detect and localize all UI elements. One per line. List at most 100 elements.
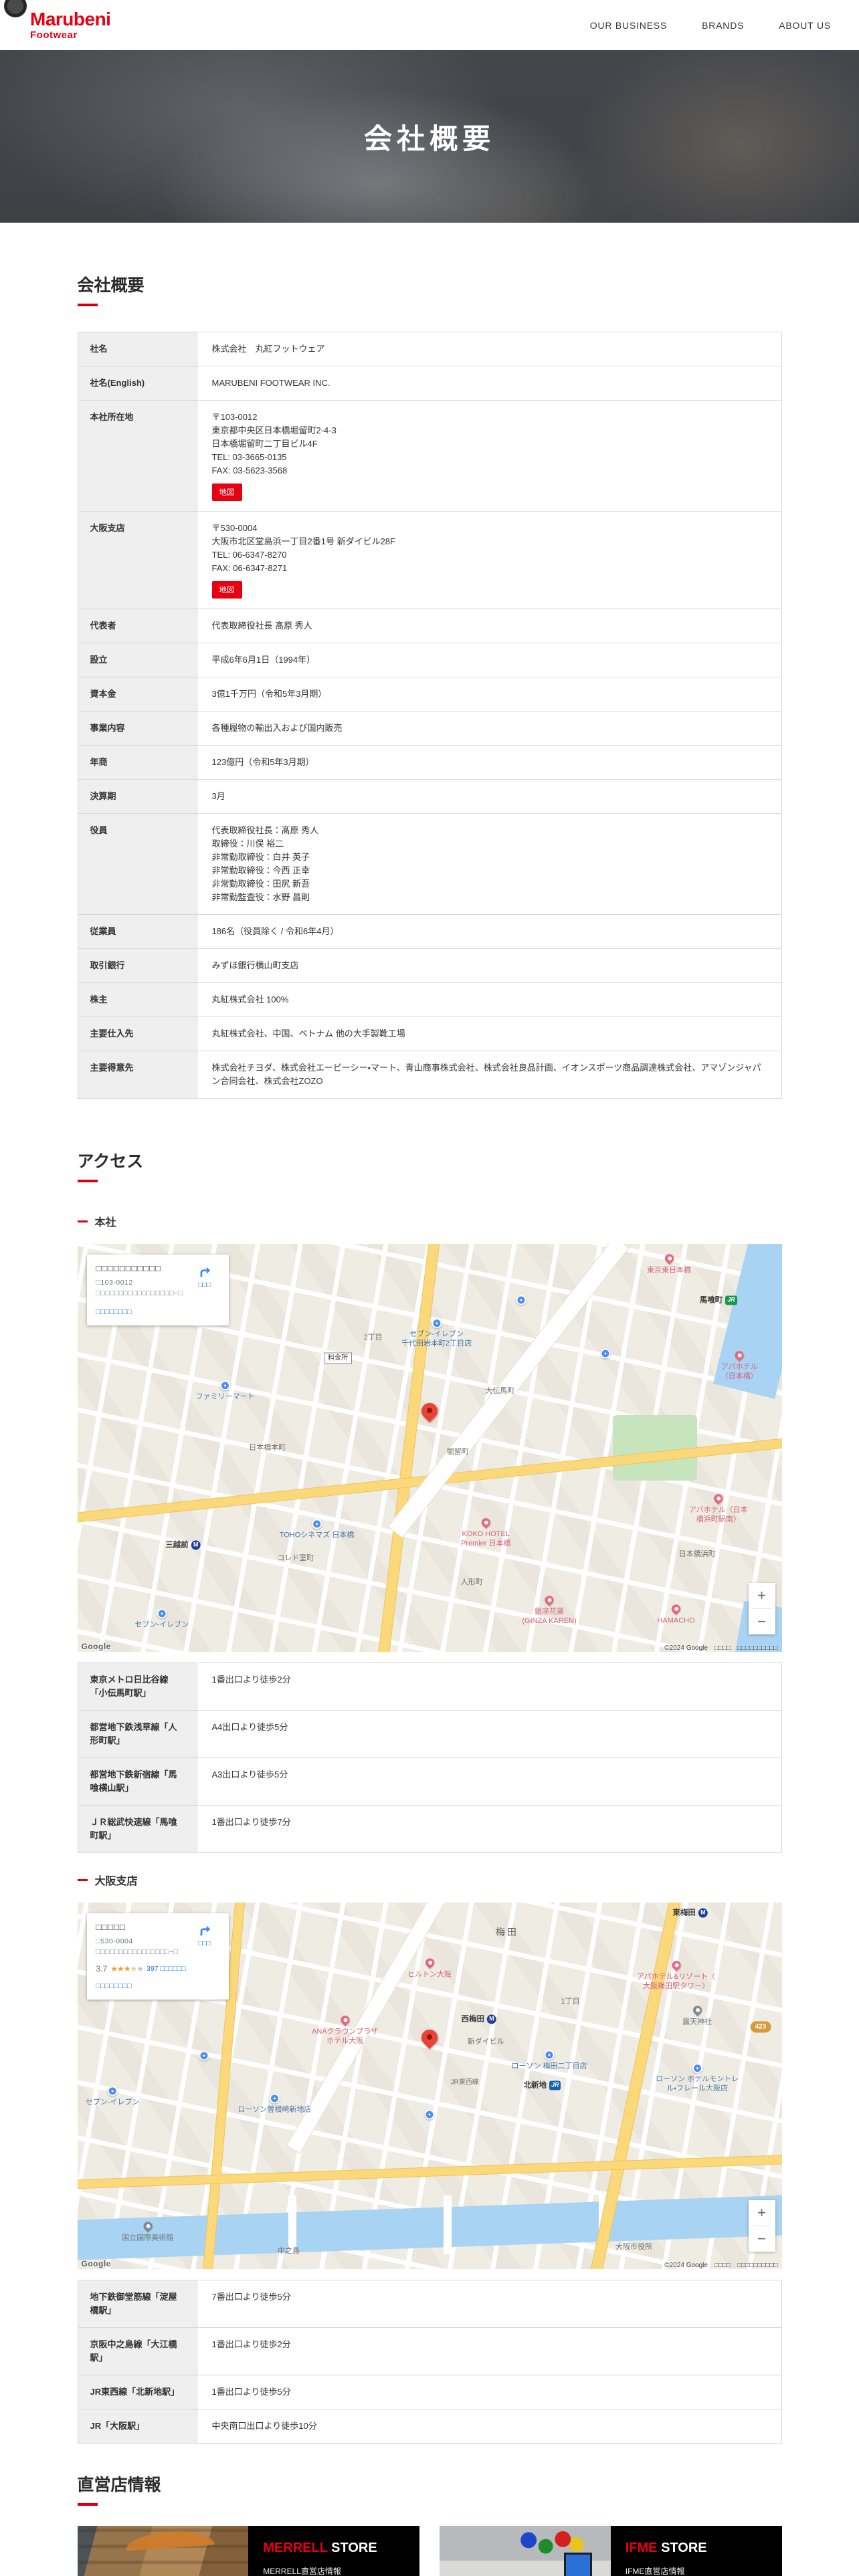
expand-map-link[interactable]: □□□□□□□□ <box>96 1982 132 1990</box>
google-map-osaka[interactable]: 梅田東梅田Mファミリーマートヒルトン大阪アパホテル&リゾート〈 大阪梅田駅タワー… <box>77 1903 782 2269</box>
map-label-poi-pin[interactable] <box>199 2050 209 2062</box>
directions-icon <box>200 1267 210 1277</box>
table-row: 年商 123億円（令和5年3月期） <box>78 746 781 780</box>
google-logo: Google <box>81 1642 111 1651</box>
map-label-poi[interactable]: TOHOシネマズ 日本橋 <box>280 1519 354 1539</box>
station-walk-cell: 7番出口より徒歩5分 <box>197 2280 781 2327</box>
map-zoom-control: + − <box>748 2200 775 2252</box>
map-label-hotel[interactable]: アパホテル&リゾート〈 大阪梅田駅タワー〉 <box>636 1959 716 1992</box>
map-label-text: アパホテル&リゾート〈 大阪梅田駅タワー〉 <box>636 1972 716 1991</box>
map-label-station[interactable]: 馬喰町 JR <box>700 1295 737 1306</box>
map-label-hotel[interactable]: ヒルトン大阪 <box>407 1956 452 1979</box>
table-row: 決算期 3月 <box>78 780 781 814</box>
convenience-store-icon <box>432 1318 442 1329</box>
store-title-suffix: STORE <box>327 2541 377 2555</box>
map-label-poi[interactable]: ローソン ホテルモントレ ル・フレール大阪店 <box>656 2063 739 2094</box>
map-label-text: セブン-イレブン <box>134 1620 189 1629</box>
station-row: JR東西線「北新地駅」 1番出口より徒歩5分 <box>78 2375 781 2409</box>
station-walk-cell: A4出口より徒歩5分 <box>197 1711 781 1757</box>
map-label-hotel[interactable]: アパホテル〈日本 橋浜町駅南〉 <box>689 1492 748 1525</box>
map-label-hotel[interactable]: KOKO HOTEL Premier 日本橋 <box>461 1516 511 1549</box>
directions-button[interactable]: □□□ <box>190 1263 219 1317</box>
station-walk-cell: 1番出口より徒歩7分 <box>197 1806 781 1852</box>
station-walk-cell: A3出口より徒歩5分 <box>197 1758 781 1805</box>
map-card-main: □□□□□□□□□□□ □103-0012 □□□□□□□□□□□□□□□□□−… <box>96 1263 190 1317</box>
map-copyright[interactable]: ©2024 Google □□□□ □□□□□□□□□□ <box>664 1642 777 1652</box>
map-info-card: □□□□□ □530-0004 □□□□□□□□□□□□□□□□−□ 3.7 ★… <box>86 1913 229 2000</box>
jr-line-badge: JR <box>725 1295 737 1305</box>
map-label-hotel[interactable]: 銀座花蓮 (GINZA KAREN) <box>522 1594 577 1626</box>
station-line-label: ＪＲ総武快速線「馬喰町駅」 <box>78 1806 197 1852</box>
map-label-hotel[interactable]: アパホテル 〈日本橋〉 <box>721 1349 758 1382</box>
map-label-text: ANAクラウンプラザ ホテル大阪 <box>311 2028 379 2046</box>
map-copyright[interactable]: ©2024 Google □□□□ □□□□□□□□□□ <box>664 2259 777 2269</box>
map-label-shrine[interactable]: 露天神社 <box>682 2004 712 2026</box>
map-label-poi[interactable]: セブン-イレブン <box>86 2086 139 2107</box>
table-row-label: 取引銀行 <box>78 949 197 982</box>
station-line-label: 都営地下鉄浅草線「人形町駅」 <box>78 1711 197 1757</box>
table-row-label: 決算期 <box>78 780 197 813</box>
map-card-title: □□□□□□□□□□□ <box>96 1263 161 1273</box>
zoom-out-button[interactable]: − <box>748 2226 775 2252</box>
map-label-poi-pin[interactable] <box>600 1348 611 1360</box>
zoom-out-button[interactable]: − <box>748 1609 775 1634</box>
logo-text-line1: Marubeni <box>30 9 111 29</box>
map-label-hotel[interactable]: ANAクラウンプラザ ホテル大阪 <box>311 2014 379 2046</box>
map-label-text: 東梅田 <box>672 1909 696 1917</box>
map-label-hotel[interactable]: 東京東日本橋 <box>647 1252 692 1275</box>
page: Marubeni Footwear OUR BUSINESS BRANDS AB… <box>0 0 859 2576</box>
station-walk-cell: 中央南口出口より徒歩10分 <box>197 2409 781 2443</box>
map-label-shield[interactable]: 423 <box>750 2021 771 2033</box>
map-label-poi[interactable]: ローソン 梅田二丁目店 <box>511 2049 587 2070</box>
zoom-in-button[interactable]: + <box>748 2200 775 2226</box>
hotel-pin-icon <box>662 1252 676 1265</box>
marubeni-footwear-logo[interactable]: Marubeni Footwear <box>30 9 111 41</box>
expand-map-link[interactable]: □□□□□□□□ <box>96 1308 132 1316</box>
store-card-link[interactable]: MERRELL STORE MERRELL直営店情報 <box>77 2526 419 2576</box>
store-title-suffix: STORE <box>657 2541 707 2555</box>
map-label-station[interactable]: 北新地 JR <box>523 2080 561 2091</box>
map-link-button[interactable]: 地図 <box>211 581 242 599</box>
map-label-station[interactable]: 西梅田 M <box>461 2014 496 2025</box>
table-row-value: 平成6年6月1日（1994年） <box>211 655 316 665</box>
map-link-button[interactable]: 地図 <box>211 484 242 501</box>
station-line-label: 京阪中之島線「大江橋駅」 <box>78 2328 197 2375</box>
nav-about-us[interactable]: ABOUT US <box>779 20 831 31</box>
table-row-value: 代表取締役社長 髙原 秀人 <box>211 621 312 631</box>
map-label-museum[interactable]: 国立国際美術館 <box>122 2220 173 2243</box>
directions-button[interactable]: □□□ <box>190 1922 219 1992</box>
convenience-store-icon <box>220 1380 231 1390</box>
red-dash-icon <box>77 1220 88 1222</box>
table-row-value-cell: 丸紅株式会社、中国、ベトナム 他の大手製靴工場 <box>197 1017 781 1051</box>
convenience-store-icon <box>107 2086 118 2097</box>
zoom-in-button[interactable]: + <box>748 1583 775 1608</box>
nav-brands[interactable]: BRANDS <box>702 20 744 31</box>
nav-our-business[interactable]: OUR BUSINESS <box>590 20 667 31</box>
map-label-hotel[interactable]: HAMACHO <box>657 1602 695 1625</box>
map-label-poi[interactable]: ローソン曽根崎新地店 <box>237 2093 311 2115</box>
map-label-station[interactable]: 三越前 M <box>165 1540 201 1551</box>
map-label-poi[interactable]: ファミリーマート <box>196 1380 255 1401</box>
station-walk-value: 中央南口出口より徒歩10分 <box>211 2421 317 2431</box>
reviews-count-link[interactable]: 397 □□□□□□ <box>147 1965 186 1973</box>
hotel-pin-icon <box>712 1492 725 1505</box>
station-line-label: 都営地下鉄新宿線「馬喰横山駅」 <box>78 1758 197 1805</box>
store-card-link[interactable]: IFME STORE IFME直営店情報 <box>440 2526 782 2576</box>
table-row-label: 従業員 <box>78 915 197 948</box>
table-row-value-cell: 代表取締役社長 髙原 秀人 <box>197 609 781 643</box>
heading-accent-bar <box>77 1180 98 1182</box>
map-label-poi-pin[interactable] <box>516 1295 527 1307</box>
table-row-value: 〒103-0012 東京都中央区日本橋堀留町2-4-3 日本橋堀留町二丁目ビル4… <box>211 412 337 475</box>
map-zoom-control: + − <box>748 1583 775 1634</box>
map-label-poi[interactable]: セブン-イレブン <box>134 1608 189 1630</box>
map-label-poi-pin[interactable] <box>424 2109 435 2121</box>
table-row-value: 丸紅株式会社 100% <box>211 994 289 1004</box>
map-label-station[interactable]: 東梅田 M <box>672 1908 708 1919</box>
station-row: ＪＲ総武快速線「馬喰町駅」 1番出口より徒歩7分 <box>78 1806 781 1853</box>
map-card-main: □□□□□ □530-0004 □□□□□□□□□□□□□□□□−□ 3.7 ★… <box>96 1922 190 1992</box>
convenience-store-icon <box>544 2049 555 2060</box>
google-map-honsha[interactable]: 東京東日本橋 馬喰町 JR セブン-イレブン 千代田岩本町2丁目店 2丁目 アパホテル 〈… <box>77 1244 782 1652</box>
map-label-text: 東京東日本橋 <box>647 1265 692 1274</box>
map-label-poi[interactable]: セブン-イレブン 千代田岩本町2丁目店 <box>401 1318 472 1349</box>
map-label-plain: 人形町 <box>461 1578 483 1587</box>
